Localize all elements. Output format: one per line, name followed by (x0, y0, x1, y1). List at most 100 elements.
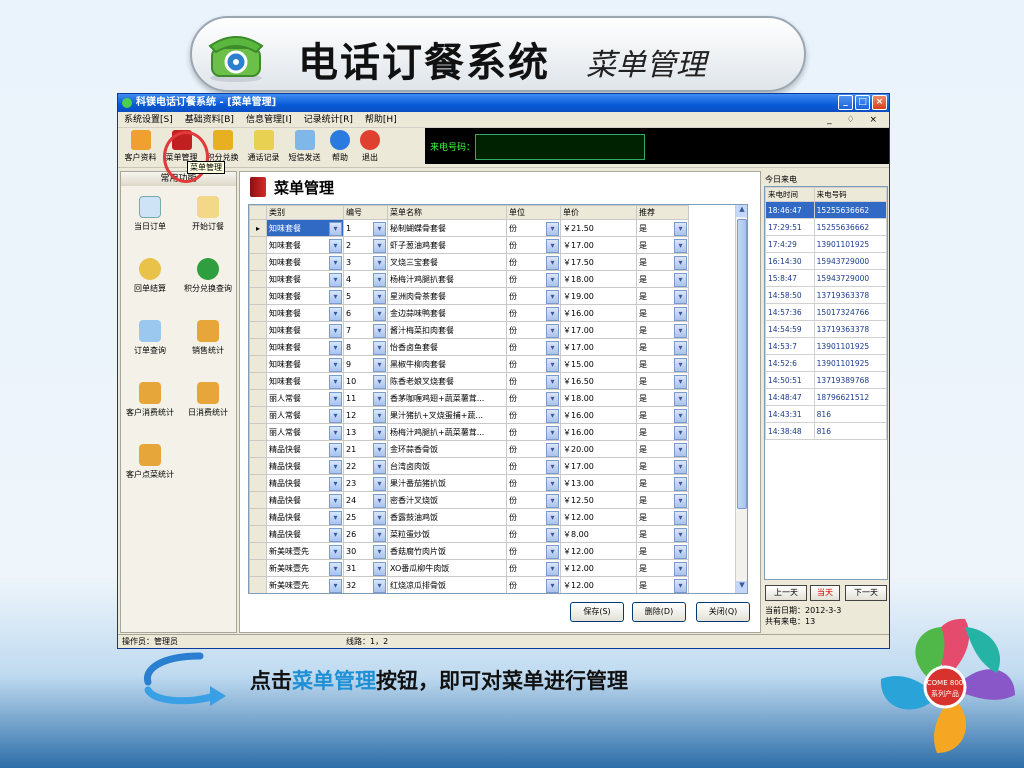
cell-id[interactable]: 6 (343, 304, 388, 322)
row-header[interactable] (249, 542, 267, 560)
call-row[interactable]: 14:53:7 13901101925 (765, 337, 888, 355)
toolbar-customer-info[interactable]: 客户资料 (120, 128, 161, 166)
table-row[interactable]: 知味套餐8怡香卤鱼套餐份￥17.00是 (249, 338, 689, 356)
cell-call-time[interactable]: 17:29:51 (765, 218, 815, 236)
cell-category[interactable]: 知味套餐 (266, 287, 344, 305)
table-row[interactable]: 新美味壹先31XO番瓜柳牛肉饭份￥12.00是 (249, 559, 689, 577)
cell-name[interactable]: 陈香老娘叉烧套餐 (387, 372, 507, 390)
col-header-unit[interactable]: 单位 (506, 205, 561, 220)
cell-recommend[interactable]: 是 (636, 236, 689, 254)
row-header[interactable] (249, 389, 267, 407)
row-header[interactable] (249, 491, 267, 509)
cell-name[interactable]: 台湾卤肉饭 (387, 457, 507, 475)
cell-id[interactable]: 1 (343, 219, 388, 237)
cell-call-number[interactable]: 13719363378 (813, 286, 888, 304)
cell-name[interactable]: 虾子葱油鸡套餐 (387, 236, 507, 254)
cell-unit[interactable]: 份 (506, 287, 561, 305)
call-row[interactable]: 14:52:6 13901101925 (765, 354, 888, 372)
cell-unit[interactable]: 份 (506, 270, 561, 288)
col-header-category[interactable]: 类别 (266, 205, 344, 220)
cell-call-time[interactable]: 14:52:6 (765, 354, 815, 372)
cell-id[interactable]: 12 (343, 406, 388, 424)
func-start-order[interactable]: 开始订餐 (179, 190, 237, 246)
cell-price[interactable]: ￥18.00 (560, 270, 637, 288)
cell-call-number[interactable]: 13719389768 (813, 371, 888, 389)
call-row[interactable]: 14:57:36 15017324766 (765, 303, 888, 321)
table-row[interactable]: 知味套餐7酱汁梅菜扣肉套餐份￥17.00是 (249, 321, 689, 339)
cell-unit[interactable]: 份 (506, 355, 561, 373)
prev-day-button[interactable]: 上一天 (765, 585, 807, 601)
cell-id[interactable]: 5 (343, 287, 388, 305)
func-daily-spending[interactable]: 日消费统计 (179, 376, 237, 432)
cell-unit[interactable]: 份 (506, 372, 561, 390)
col-header-call-number[interactable]: 来电号码 (813, 187, 888, 202)
cell-category[interactable]: 新美味壹先 (266, 559, 344, 577)
cell-recommend[interactable]: 是 (636, 525, 689, 543)
cell-name[interactable]: XO番瓜柳牛肉饭 (387, 559, 507, 577)
row-header[interactable] (249, 304, 267, 322)
cell-category[interactable]: 丽人常餐 (266, 423, 344, 441)
cell-name[interactable]: 金边蒜味鸭套餐 (387, 304, 507, 322)
cell-name[interactable]: 怡香卤鱼套餐 (387, 338, 507, 356)
cell-id[interactable]: 10 (343, 372, 388, 390)
cell-category[interactable]: 新美味壹先 (266, 542, 344, 560)
cell-unit[interactable]: 份 (506, 559, 561, 577)
cell-category[interactable]: 知味套餐 (266, 304, 344, 322)
cell-unit[interactable]: 份 (506, 542, 561, 560)
cell-recommend[interactable]: 是 (636, 287, 689, 305)
table-row[interactable]: 知味套餐9黑椒牛柳肉套餐份￥15.00是 (249, 355, 689, 373)
cell-price[interactable]: ￥8.00 (560, 525, 637, 543)
cell-recommend[interactable]: 是 (636, 491, 689, 509)
cell-price[interactable]: ￥21.50 (560, 219, 637, 237)
cell-price[interactable]: ￥16.00 (560, 304, 637, 322)
cell-id[interactable]: 31 (343, 559, 388, 577)
table-row[interactable]: 精品快餐26菜粒蛋炒饭份￥8.00是 (249, 525, 689, 543)
cell-recommend[interactable]: 是 (636, 338, 689, 356)
col-header-name[interactable]: 菜单名称 (387, 205, 507, 220)
cell-call-time[interactable]: 14:43:31 (765, 405, 815, 423)
cell-price[interactable]: ￥17.50 (560, 253, 637, 271)
row-header[interactable] (249, 236, 267, 254)
cell-call-time[interactable]: 14:58:50 (765, 286, 815, 304)
cell-recommend[interactable]: 是 (636, 253, 689, 271)
row-header[interactable]: ▸ (249, 219, 267, 237)
cell-call-number[interactable]: 15943729000 (813, 269, 888, 287)
menu-grid[interactable]: 类别 编号 菜单名称 单位 单价 推荐 ▸知味套餐1秘制蝴蝶骨套餐份￥21.50… (248, 204, 748, 594)
cell-recommend[interactable]: 是 (636, 457, 689, 475)
cell-category[interactable]: 知味套餐 (266, 253, 344, 271)
cell-price[interactable]: ￥12.00 (560, 576, 637, 593)
row-header[interactable] (249, 270, 267, 288)
cell-unit[interactable]: 份 (506, 253, 561, 271)
cell-id[interactable]: 4 (343, 270, 388, 288)
row-header[interactable] (249, 508, 267, 526)
toolbar-sms[interactable]: 短信发送 (284, 128, 325, 166)
cell-call-number[interactable]: 13901101925 (813, 337, 888, 355)
func-sales-stats[interactable]: 销售统计 (179, 314, 237, 370)
cell-category[interactable]: 精品快餐 (266, 474, 344, 492)
cell-call-number[interactable]: 13901101925 (813, 354, 888, 372)
cell-category[interactable]: 新美味壹先 (266, 576, 344, 593)
cell-price[interactable]: ￥16.50 (560, 372, 637, 390)
cell-category[interactable]: 知味套餐 (266, 372, 344, 390)
cell-unit[interactable]: 份 (506, 474, 561, 492)
cell-call-number[interactable]: 15255636662 (813, 218, 888, 236)
cell-category[interactable]: 精品快餐 (266, 457, 344, 475)
save-button[interactable]: 保存(S) (570, 602, 624, 622)
call-row[interactable]: 16:14:30 15943729000 (765, 252, 888, 270)
cell-call-time[interactable]: 14:48:47 (765, 388, 815, 406)
table-row[interactable]: 精品快餐24密香汁叉烧饭份￥12.50是 (249, 491, 689, 509)
func-points-query[interactable]: 积分兑换查询 (179, 252, 237, 308)
func-customer-spending[interactable]: 客户消费统计 (121, 376, 179, 432)
cell-id[interactable]: 32 (343, 576, 388, 593)
cell-category[interactable]: 精品快餐 (266, 440, 344, 458)
cell-call-number[interactable]: 15943729000 (813, 252, 888, 270)
cell-recommend[interactable]: 是 (636, 355, 689, 373)
table-row[interactable]: 知味套餐3叉烧三宝套餐份￥17.50是 (249, 253, 689, 271)
cell-call-time[interactable]: 14:54:59 (765, 320, 815, 338)
cell-unit[interactable]: 份 (506, 423, 561, 441)
cell-call-time[interactable]: 17:4:29 (765, 235, 815, 253)
cell-category[interactable]: 精品快餐 (266, 508, 344, 526)
cell-unit[interactable]: 份 (506, 457, 561, 475)
cell-price[interactable]: ￥12.00 (560, 508, 637, 526)
cell-unit[interactable]: 份 (506, 219, 561, 237)
